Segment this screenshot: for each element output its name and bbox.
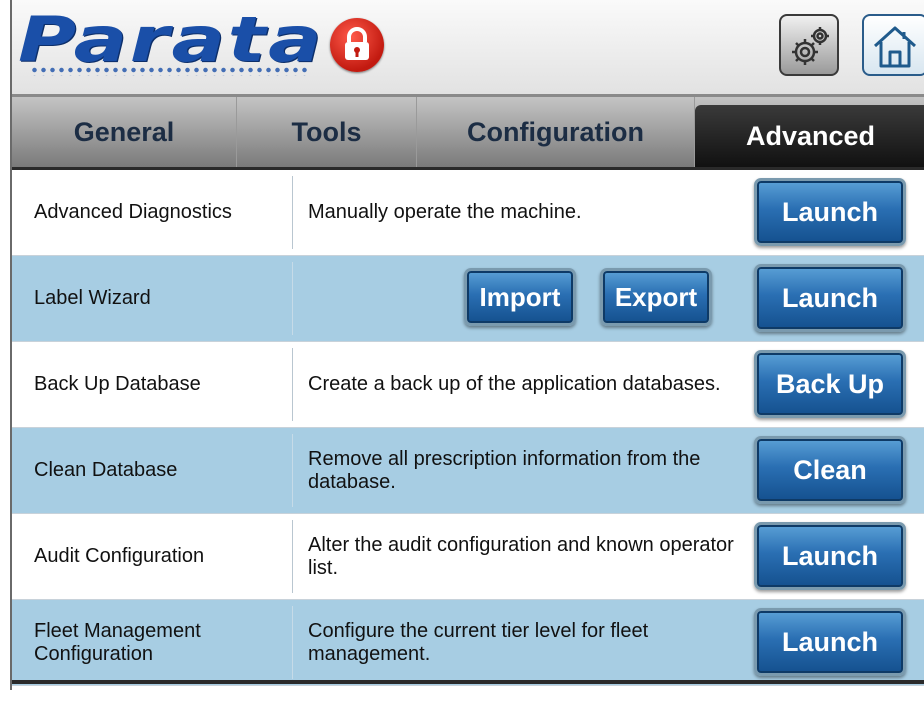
row-description: Configure the current tier level for fle… — [308, 619, 649, 665]
import-button[interactable]: Import — [464, 268, 576, 326]
row-description: Remove all prescription information from… — [308, 447, 701, 493]
launch-fleet-button[interactable]: Launch — [754, 608, 906, 676]
header-bar: Parata — [12, 0, 924, 97]
column-divider — [292, 262, 293, 335]
tab-advanced[interactable]: Advanced — [695, 105, 924, 167]
lock-icon[interactable] — [330, 18, 384, 72]
list-item-back-up-database: Back Up Database Create a back up of the… — [12, 342, 924, 428]
app-screen: Parata General Tools Configuration Advan… — [10, 0, 924, 690]
column-divider — [292, 434, 293, 507]
tab-general[interactable]: General — [12, 97, 237, 167]
launch-audit-button[interactable]: Launch — [754, 522, 906, 590]
column-divider — [292, 348, 293, 421]
row-title: Advanced Diagnostics — [34, 201, 232, 223]
column-divider — [292, 520, 293, 593]
row-title: Audit Configuration — [34, 545, 205, 567]
launch-label-wizard-button[interactable]: Launch — [754, 264, 906, 332]
column-divider — [292, 176, 293, 249]
list-item-fleet-management: Fleet Management Configuration Configure… — [12, 600, 924, 686]
row-title: Label Wizard — [34, 287, 151, 309]
list-item-advanced-diagnostics: Advanced Diagnostics Manually operate th… — [12, 170, 924, 256]
row-title: Fleet Management Configuration — [34, 619, 201, 665]
bottom-border — [12, 680, 924, 684]
launch-diagnostics-button[interactable]: Launch — [754, 178, 906, 246]
row-title: Back Up Database — [34, 373, 201, 395]
row-description: Manually operate the machine. — [308, 201, 582, 223]
export-button[interactable]: Export — [600, 268, 712, 326]
tab-configuration[interactable]: Configuration — [417, 97, 695, 167]
logo-dots — [30, 66, 310, 76]
back-up-button[interactable]: Back Up — [754, 350, 906, 418]
list-item-audit-configuration: Audit Configuration Alter the audit conf… — [12, 514, 924, 600]
tab-bar: General Tools Configuration Advanced — [12, 97, 924, 170]
row-title: Clean Database — [34, 459, 178, 481]
advanced-options-list: Advanced Diagnostics Manually operate th… — [12, 170, 924, 686]
list-item-clean-database: Clean Database Remove all prescription i… — [12, 428, 924, 514]
clean-button[interactable]: Clean — [754, 436, 906, 504]
settings-button[interactable] — [779, 14, 839, 76]
home-button[interactable] — [862, 14, 924, 76]
row-description: Create a back up of the application data… — [308, 373, 721, 395]
row-description: Alter the audit configuration and known … — [308, 533, 734, 579]
list-item-label-wizard: Label Wizard Import Export Launch — [12, 256, 924, 342]
column-divider — [292, 606, 293, 679]
tab-tools[interactable]: Tools — [237, 97, 417, 167]
